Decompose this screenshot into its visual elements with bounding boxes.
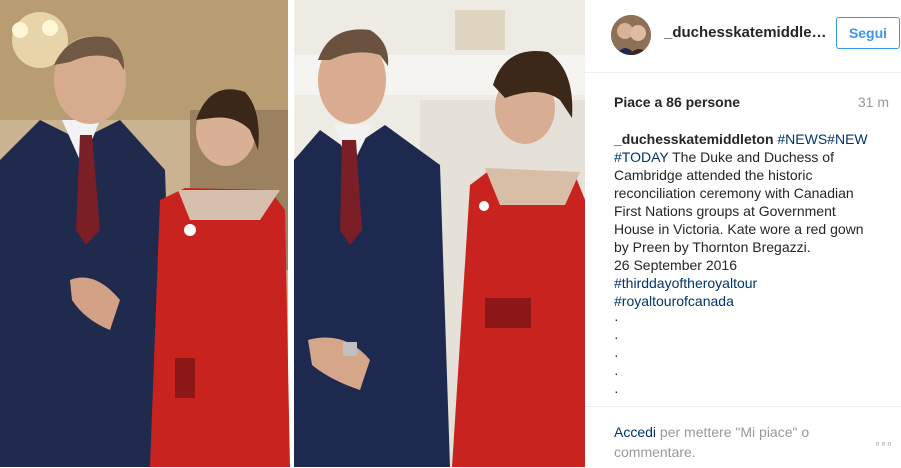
post-footer: Accedi per mettere "Mi piace" o commenta… xyxy=(585,406,901,468)
caption-dot: · xyxy=(614,347,619,363)
caption-text-7: by Preen by Thornton Bregazzi. xyxy=(614,239,811,255)
caption-text-2: The Duke and Duchess of xyxy=(672,149,834,165)
more-options-icon[interactable]: ◦◦◦ xyxy=(875,435,893,451)
caption-line-1: _duchesskatemiddleton #NEWS#NEW xyxy=(614,130,899,148)
caption-dot: · xyxy=(614,329,619,345)
caption-dot: · xyxy=(614,383,619,399)
photo-collage xyxy=(0,0,585,467)
follow-button[interactable]: Segui xyxy=(836,17,900,49)
caption-date: 26 September 2016 xyxy=(614,257,737,273)
caption-dot: · xyxy=(614,311,619,327)
post-details-panel: _duchesskatemiddle… Segui Piace a 86 per… xyxy=(585,0,901,467)
caption-text-4: reconciliation ceremony with Canadian xyxy=(614,185,854,201)
post-time[interactable]: 31 m xyxy=(858,94,889,110)
comment-prompt: Accedi per mettere "Mi piace" o commenta… xyxy=(614,422,844,462)
caption-text-6: House in Victoria. Kate wore a red gown xyxy=(614,221,864,237)
caption-username[interactable]: _duchesskatemiddleton xyxy=(614,131,774,147)
username-link[interactable]: _duchesskatemiddle… xyxy=(664,24,827,41)
caption-text-3: Cambridge attended the historic xyxy=(614,167,813,183)
caption-hashtag-royaltour[interactable]: #royaltourofcanada xyxy=(614,292,899,310)
caption-hashtag-thirdday[interactable]: #thirddayoftheroyaltour xyxy=(614,274,899,292)
caption-dot: · xyxy=(614,365,619,381)
post-header: _duchesskatemiddle… Segui xyxy=(585,0,901,73)
caption-hashtag-news[interactable]: #NEWS#NEW xyxy=(777,131,867,147)
caption-line-2: #TODAY The Duke and Duchess of xyxy=(614,148,899,166)
post-photo[interactable] xyxy=(0,0,585,467)
avatar-image xyxy=(611,15,651,55)
likes-count[interactable]: Piace a 86 persone xyxy=(614,94,740,110)
login-link[interactable]: Accedi xyxy=(614,424,656,440)
caption-hashtag-today[interactable]: #TODAY xyxy=(614,149,668,165)
avatar[interactable] xyxy=(611,15,651,55)
caption-text-5: First Nations groups at Government xyxy=(614,203,836,219)
post-caption: _duchesskatemiddleton #NEWS#NEW #TODAY T… xyxy=(614,130,899,400)
